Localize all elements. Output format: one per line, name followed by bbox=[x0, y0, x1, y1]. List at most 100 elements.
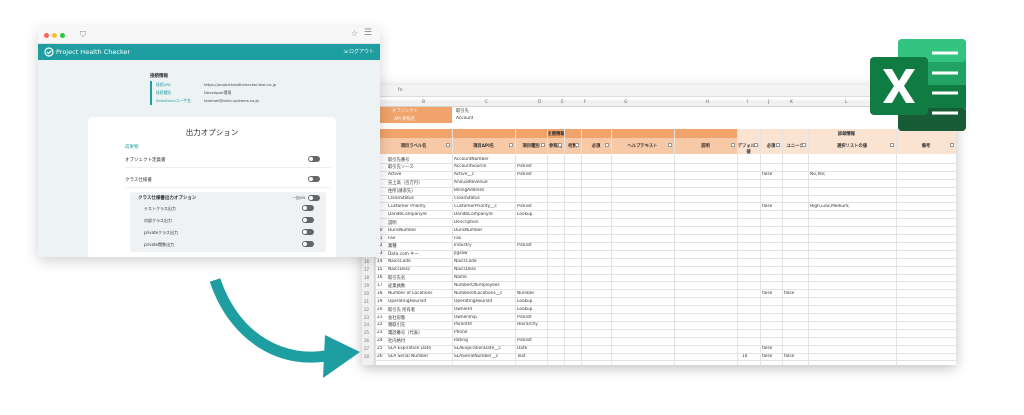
field-api-cell[interactable]: Fax bbox=[454, 236, 514, 241]
unique-cell[interactable]: false bbox=[784, 291, 806, 296]
required-cell[interactable]: false bbox=[762, 172, 780, 177]
field-api-cell[interactable]: NumberOfEmployees bbox=[454, 283, 514, 288]
row-index-cell[interactable]: 21 bbox=[377, 315, 387, 320]
column-header[interactable]: 項目API名 bbox=[452, 143, 515, 149]
logout-button[interactable]: ⇲ ログアウト bbox=[343, 48, 374, 55]
field-api-cell[interactable]: AnnualRevenue bbox=[454, 180, 514, 185]
formula-bar[interactable]: A1 fx bbox=[362, 85, 956, 97]
field-api-cell[interactable]: BillingAddress bbox=[454, 188, 514, 193]
required-cell[interactable]: false bbox=[762, 291, 780, 296]
field-label-cell[interactable]: 取引先ソース bbox=[388, 164, 450, 170]
field-label-cell[interactable]: 電話番号（代表） bbox=[388, 330, 450, 336]
field-label-cell[interactable]: OperatingHoursId bbox=[388, 299, 450, 304]
row-index-cell[interactable]: 24 bbox=[377, 338, 387, 343]
column-letter[interactable]: L bbox=[845, 100, 848, 105]
field-api-cell[interactable]: Industry bbox=[454, 243, 514, 248]
field-label-cell[interactable]: 説明 bbox=[388, 220, 450, 226]
field-label-cell[interactable]: CleanStatus bbox=[388, 196, 450, 201]
filter-dropdown-icon[interactable] bbox=[802, 143, 806, 147]
filter-dropdown-icon[interactable] bbox=[575, 143, 579, 147]
column-letter[interactable]: F bbox=[584, 100, 587, 105]
field-api-cell[interactable]: ParentId bbox=[454, 322, 514, 327]
row-index-cell[interactable]: 17 bbox=[377, 283, 387, 288]
field-type-cell[interactable]: Text bbox=[517, 354, 547, 359]
field-api-cell[interactable]: Ownership bbox=[454, 315, 514, 320]
field-type-cell[interactable]: Date bbox=[517, 346, 547, 351]
required-cell[interactable]: false bbox=[762, 204, 780, 209]
field-label-cell[interactable]: Data.com キー bbox=[388, 251, 450, 257]
filter-dropdown-icon[interactable] bbox=[541, 143, 545, 147]
digits-cell[interactable]: 10 bbox=[742, 354, 758, 359]
filter-dropdown-icon[interactable] bbox=[668, 143, 672, 147]
column-letter[interactable]: D bbox=[538, 100, 541, 105]
field-label-cell[interactable]: DandbCompanyId bbox=[388, 212, 450, 217]
all-on-toggle[interactable] bbox=[308, 195, 320, 201]
filter-dropdown-icon[interactable] bbox=[950, 143, 954, 147]
row-index-cell[interactable]: 26 bbox=[377, 354, 387, 359]
field-type-cell[interactable]: Picklist bbox=[517, 315, 547, 320]
column-header[interactable]: ヘルプテキスト bbox=[611, 143, 674, 149]
row-index-cell[interactable]: 25 bbox=[377, 346, 387, 351]
field-label-cell[interactable]: 売上高（百万円） bbox=[388, 180, 450, 186]
field-api-cell[interactable]: Jigsaw bbox=[454, 251, 514, 256]
field-label-cell[interactable]: NaicsDesc bbox=[388, 267, 450, 272]
field-label-cell[interactable]: 業種 bbox=[388, 243, 450, 249]
field-api-cell[interactable]: DunsNumber bbox=[454, 228, 514, 233]
field-api-cell[interactable]: NumberofLocations__c bbox=[454, 291, 514, 296]
column-letter[interactable]: J bbox=[768, 100, 769, 105]
column-header[interactable]: 項目ラベル名 bbox=[375, 143, 452, 149]
required-cell[interactable]: false bbox=[762, 354, 780, 359]
field-type-cell[interactable]: Hierarchy bbox=[517, 322, 547, 327]
close-dot[interactable] bbox=[44, 33, 49, 38]
field-label-cell[interactable]: Customer Priority bbox=[388, 204, 450, 209]
column-letter[interactable]: I bbox=[747, 100, 748, 105]
column-header[interactable]: 説明 bbox=[674, 143, 737, 149]
field-type-cell[interactable]: Picklist bbox=[517, 172, 547, 177]
field-label-cell[interactable]: 住所(請求先) bbox=[388, 188, 450, 194]
field-type-cell[interactable]: Number bbox=[517, 291, 547, 296]
field-label-cell[interactable]: SLA Serial Number bbox=[388, 354, 450, 359]
field-api-cell[interactable]: OperatingHoursId bbox=[454, 299, 514, 304]
inner-class-toggle[interactable] bbox=[302, 217, 314, 223]
private-function-toggle[interactable] bbox=[302, 241, 314, 247]
field-type-cell[interactable]: Picklist bbox=[517, 338, 547, 343]
field-type-cell[interactable]: Lookup bbox=[517, 212, 547, 217]
row-index-cell[interactable]: 22 bbox=[377, 322, 387, 327]
filter-dropdown-icon[interactable] bbox=[890, 143, 894, 147]
column-letter[interactable]: K bbox=[790, 100, 793, 105]
field-label-cell[interactable]: Active bbox=[388, 172, 450, 177]
field-api-cell[interactable]: AccountSource bbox=[454, 164, 514, 169]
field-api-cell[interactable]: AccountNumber bbox=[454, 157, 514, 162]
class-spec-toggle[interactable] bbox=[308, 176, 320, 182]
column-letter[interactable]: H bbox=[706, 100, 709, 105]
field-api-cell[interactable]: Active__c bbox=[454, 172, 514, 177]
field-label-cell[interactable]: 取引先 所有者 bbox=[388, 307, 450, 313]
field-api-cell[interactable]: Rating bbox=[454, 338, 514, 343]
field-api-cell[interactable]: Description bbox=[454, 220, 514, 225]
row-index-cell[interactable]: 23 bbox=[377, 330, 387, 335]
field-api-cell[interactable]: SLASerialNumber__c bbox=[454, 354, 514, 359]
field-label-cell[interactable]: NaicsCode bbox=[388, 259, 450, 264]
field-label-cell[interactable]: Number of Locations bbox=[388, 291, 450, 296]
picklist-cell[interactable]: High,Low,Medium; bbox=[810, 204, 894, 209]
row-index-cell[interactable]: 15 bbox=[377, 267, 387, 272]
row-index-cell[interactable]: 14 bbox=[377, 259, 387, 264]
filter-dropdown-icon[interactable] bbox=[731, 143, 735, 147]
row-index-cell[interactable]: 19 bbox=[377, 299, 387, 304]
field-api-cell[interactable]: NaicsCode bbox=[454, 259, 514, 264]
column-letter[interactable]: G bbox=[624, 100, 628, 105]
column-header[interactable]: 選択リストの値 bbox=[808, 143, 896, 149]
field-api-cell[interactable]: CleanStatus bbox=[454, 196, 514, 201]
row-index-cell[interactable]: 18 bbox=[377, 291, 387, 296]
row-index-cell[interactable]: 20 bbox=[377, 307, 387, 312]
column-letter[interactable]: C bbox=[485, 100, 488, 105]
field-type-cell[interactable]: Picklist bbox=[517, 243, 547, 248]
field-type-cell[interactable]: Lookup bbox=[517, 307, 547, 312]
field-api-cell[interactable]: DandbCompanyId bbox=[454, 212, 514, 217]
field-api-cell[interactable]: NaicsDesc bbox=[454, 267, 514, 272]
picklist-cell[interactable]: No,Yes; bbox=[810, 172, 894, 177]
filter-dropdown-icon[interactable] bbox=[776, 143, 780, 147]
field-api-cell[interactable]: Name bbox=[454, 275, 514, 280]
minimize-dot[interactable] bbox=[52, 33, 57, 38]
field-label-cell[interactable]: 取引先番号 bbox=[388, 157, 450, 163]
